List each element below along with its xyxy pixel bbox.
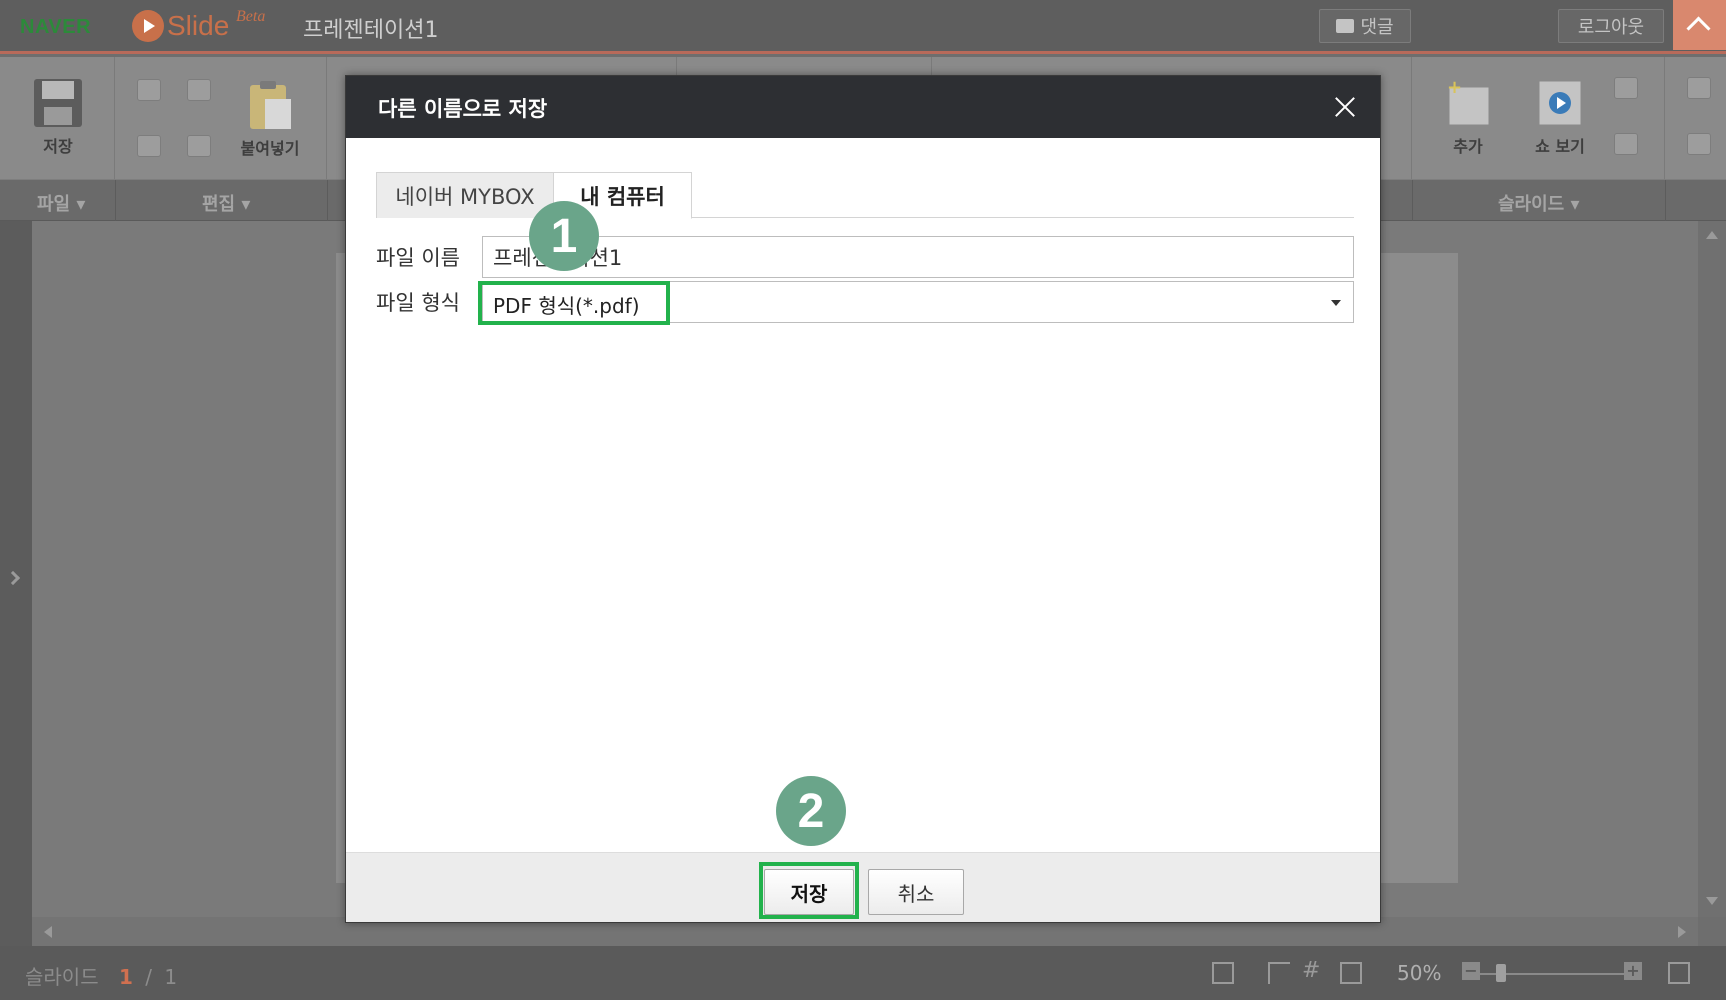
step-1-badge: 1 — [529, 201, 599, 271]
dialog-header: 다른 이름으로 저장 — [346, 76, 1380, 138]
slide-counter-label: 슬라이드 — [25, 965, 99, 989]
file-name-label: 파일 이름 — [376, 246, 460, 270]
comment-icon — [1336, 19, 1355, 33]
copy-icon[interactable] — [187, 135, 211, 157]
step-2-badge: 2 — [776, 776, 846, 846]
tab-naver-mybox[interactable]: 네이버 MYBOX — [376, 172, 554, 218]
slide-group-label[interactable]: 슬라이드 ▾ — [1498, 190, 1580, 216]
document-title[interactable]: 프레젠테이션1 — [303, 12, 438, 44]
close-icon[interactable] — [1332, 94, 1358, 120]
save-button[interactable]: 저장 — [764, 869, 854, 915]
add-slide-button[interactable]: + 추가 — [1438, 77, 1498, 157]
save-tool-label: 저장 — [43, 137, 73, 156]
slide-logo-text: Slide — [167, 10, 230, 41]
slide-logo[interactable]: Slide Beta — [132, 8, 265, 42]
edit-group: 붙여넣기 — [115, 57, 327, 179]
slide-layout-icon[interactable] — [1614, 77, 1638, 99]
play-icon — [132, 10, 164, 42]
find-icon[interactable] — [1687, 77, 1711, 99]
slide-effect-icon[interactable] — [1614, 133, 1638, 155]
spellcheck-icon[interactable] — [1687, 133, 1711, 155]
zoom-slider-thumb[interactable] — [1496, 964, 1506, 982]
slide-counter: 슬라이드 1 / 1 — [25, 961, 177, 990]
file-format-label: 파일 형식 — [376, 291, 460, 315]
dialog-footer: 저장 취소 — [346, 852, 1380, 922]
slide-panel-toggle[interactable] — [0, 221, 32, 946]
fullscreen-icon[interactable] — [1668, 962, 1690, 984]
paste-label: 붙여넣기 — [240, 139, 300, 158]
comment-button[interactable]: 댓글 — [1319, 9, 1411, 43]
extra-group — [1665, 57, 1726, 179]
location-tabs: 네이버 MYBOX 내 컴퓨터 — [376, 172, 1354, 219]
save-tool-button[interactable]: 저장 — [28, 77, 88, 157]
play-slideshow-icon[interactable] — [1212, 962, 1234, 984]
scroll-right-icon[interactable] — [1678, 926, 1686, 938]
scroll-left-icon[interactable] — [44, 926, 52, 938]
save-as-dialog: 다른 이름으로 저장 네이버 MYBOX 내 컴퓨터 파일 이름 파일 형식 P… — [345, 75, 1381, 923]
edit-group-label[interactable]: 편집 ▾ — [202, 190, 250, 216]
status-bar: 슬라이드 1 / 1 # 50% − + — [0, 946, 1726, 1000]
floppy-disk-icon — [34, 79, 82, 127]
layout-view-icon[interactable] — [1340, 962, 1362, 984]
scroll-down-icon[interactable] — [1706, 897, 1718, 905]
slide-separator: / — [145, 965, 152, 989]
current-slide-number: 1 — [118, 965, 133, 989]
add-slide-icon: + — [1447, 77, 1490, 126]
slideshow-label: 쇼 보기 — [1535, 137, 1585, 156]
file-name-input[interactable] — [482, 236, 1354, 278]
total-slides: 1 — [164, 965, 178, 989]
comment-label: 댓글 — [1360, 17, 1394, 38]
slideshow-button[interactable]: 쇼 보기 — [1520, 77, 1600, 157]
chevron-down-icon — [1331, 300, 1341, 306]
undo-icon[interactable] — [137, 79, 161, 101]
redo-icon[interactable] — [137, 135, 161, 157]
svg-text:+: + — [1447, 77, 1462, 98]
slideshow-play-icon — [1538, 80, 1582, 126]
vertical-scrollbar[interactable] — [1698, 221, 1726, 917]
clipboard-icon — [250, 81, 291, 129]
logout-button[interactable]: 로그아웃 — [1558, 9, 1664, 43]
format-painter-icon[interactable] — [187, 79, 211, 101]
chevron-right-icon — [5, 570, 21, 586]
zoom-in-button[interactable]: + — [1624, 962, 1642, 980]
beta-label: Beta — [236, 8, 266, 25]
format-highlight-box — [478, 281, 670, 325]
zoom-out-button[interactable]: − — [1462, 962, 1480, 980]
top-bar: NAVER Slide Beta 프레젠테이션1 댓글 로그아웃 — [0, 0, 1726, 54]
slide-tools-group: + 추가 쇼 보기 — [1412, 57, 1665, 179]
grid-icon[interactable]: # — [1302, 958, 1324, 983]
collapse-ribbon-button[interactable] — [1673, 0, 1726, 50]
file-group: 저장 — [0, 57, 115, 179]
add-slide-label: 추가 — [1453, 137, 1483, 156]
ruler-icon[interactable] — [1268, 962, 1290, 984]
zoom-level: 50% — [1397, 961, 1442, 985]
file-group-label[interactable]: 파일 ▾ — [37, 190, 85, 216]
cancel-button[interactable]: 취소 — [868, 869, 964, 915]
scroll-up-icon[interactable] — [1706, 231, 1718, 239]
naver-logo[interactable]: NAVER — [20, 16, 91, 39]
paste-button[interactable]: 붙여넣기 — [230, 79, 310, 159]
dialog-title: 다른 이름으로 저장 — [378, 97, 548, 121]
